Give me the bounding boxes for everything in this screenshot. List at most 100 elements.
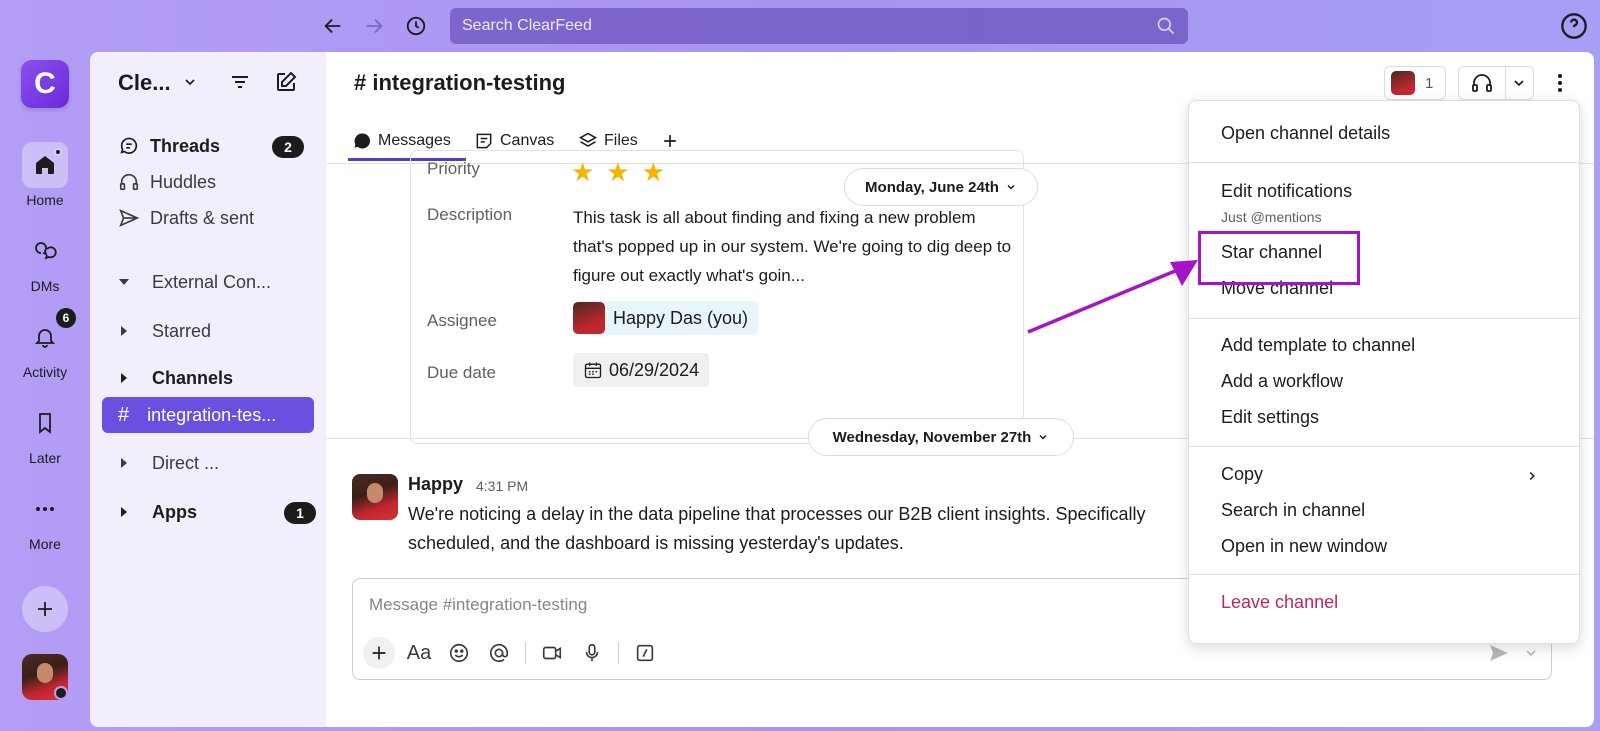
huddles-label: Huddles	[150, 171, 217, 192]
avatar-face	[37, 663, 53, 683]
star-channel-highlight	[1198, 231, 1360, 285]
menu-add-template[interactable]: Add template to channel	[1221, 335, 1415, 356]
rail-dms[interactable]: DMs	[0, 228, 90, 294]
menu-separator	[1189, 574, 1581, 575]
priority-label: Priority	[427, 159, 480, 178]
due-date-chip[interactable]: 06/29/2024	[573, 353, 710, 387]
chevron-down-icon[interactable]	[182, 74, 198, 90]
sidebar-item-huddles[interactable]: Huddles	[118, 166, 314, 198]
channel-title[interactable]: # integration-testing	[354, 70, 565, 96]
message-line-1: We're noticing a delay in the data pipel…	[408, 504, 1146, 524]
menu-copy[interactable]: Copy	[1221, 464, 1263, 485]
date-november-label: Wednesday, November 27th	[832, 428, 1032, 446]
message-avatar[interactable]	[352, 474, 398, 520]
sidebar-section-channels[interactable]: Channels	[118, 362, 314, 394]
sidebar-section-starred[interactable]: Starred	[118, 315, 314, 347]
menu-leave-channel[interactable]: Leave channel	[1221, 592, 1338, 613]
search-input[interactable]: Search ClearFeed	[450, 8, 1188, 44]
send-icon[interactable]	[1487, 641, 1511, 665]
workspace-logo[interactable]: C	[21, 60, 69, 108]
sidebar-item-integration-testing[interactable]: # integration-tes...	[102, 397, 314, 433]
threads-icon	[120, 137, 138, 154]
menu-separator	[1189, 446, 1581, 447]
rail-home-label: Home	[26, 192, 64, 208]
home-icon-wrap	[22, 142, 68, 188]
date-divider-november[interactable]: Wednesday, November 27th	[808, 418, 1074, 456]
filter-icon[interactable]	[228, 70, 252, 94]
caret-right-icon	[121, 507, 127, 517]
sidebar-section-apps[interactable]: Apps 1	[118, 496, 316, 528]
mention-button[interactable]	[483, 637, 515, 669]
sidebar-section-direct[interactable]: Direct ...	[118, 447, 314, 479]
menu-search-in-channel[interactable]: Search in channel	[1221, 500, 1365, 521]
forward-button[interactable]	[358, 10, 390, 42]
caret-down-icon	[119, 279, 129, 285]
tab-messages-label: Messages	[378, 132, 451, 149]
menu-open-channel-details[interactable]: Open channel details	[1221, 123, 1390, 144]
huddle-start[interactable]	[1459, 66, 1506, 100]
compose-icon[interactable]	[274, 70, 298, 94]
sidebar-item-drafts[interactable]: Drafts & sent	[118, 202, 314, 234]
add-button[interactable]	[22, 586, 68, 632]
formatting-button[interactable]: Aa	[403, 637, 435, 669]
slash-command-icon	[636, 644, 654, 662]
hash-icon: #	[118, 403, 130, 426]
menu-edit-notifications[interactable]: Edit notifications	[1221, 181, 1352, 202]
huddle-options[interactable]	[1506, 66, 1533, 100]
message-timestamp[interactable]: 4:31 PM	[476, 478, 528, 494]
toolbar-separator	[618, 642, 619, 664]
huddle-button[interactable]	[1458, 66, 1534, 100]
clock-icon	[406, 16, 426, 36]
tab-canvas-label: Canvas	[500, 132, 555, 149]
assignee-chip[interactable]: Happy Das (you)	[573, 301, 759, 335]
menu-edit-settings[interactable]: Edit settings	[1221, 407, 1319, 428]
composer-toolbar: Aa	[363, 637, 669, 669]
back-button[interactable]	[317, 10, 349, 42]
layers-icon	[578, 132, 598, 147]
shortcuts-button[interactable]	[629, 637, 661, 669]
workspace-rail: C Home DMs 6 Activity Later More	[0, 52, 90, 731]
unread-dot	[54, 148, 62, 156]
message-bubble-icon	[354, 133, 371, 149]
menu-add-workflow[interactable]: Add a workflow	[1221, 371, 1343, 392]
later-icon-wrap	[22, 400, 68, 446]
user-avatar[interactable]	[22, 654, 68, 700]
search-placeholder: Search ClearFeed	[462, 17, 592, 34]
assignee-name: Happy Das (you)	[613, 307, 749, 328]
help-icon[interactable]	[1560, 12, 1588, 40]
calendar-icon	[584, 362, 602, 379]
date-divider-june[interactable]: Monday, June 24th	[844, 168, 1038, 206]
audio-button[interactable]	[576, 637, 608, 669]
video-button[interactable]	[536, 637, 568, 669]
drafts-label: Drafts & sent	[150, 207, 255, 228]
menu-open-new-window[interactable]: Open in new window	[1221, 536, 1387, 557]
rail-activity[interactable]: 6 Activity	[0, 308, 90, 380]
history-button[interactable]	[400, 10, 432, 42]
at-sign-icon	[489, 643, 509, 663]
emoji-button[interactable]	[443, 637, 475, 669]
chevron-down-icon	[1514, 80, 1524, 87]
sidebar-item-threads[interactable]: Threads 2	[118, 130, 314, 162]
members-button[interactable]: 1	[1384, 66, 1446, 100]
composer-placeholder: Message #integration-testing	[369, 595, 588, 614]
threads-label: Threads	[150, 135, 221, 156]
rail-later[interactable]: Later	[0, 400, 90, 466]
chat-bubbles-icon	[35, 242, 57, 260]
smiley-icon	[449, 643, 469, 663]
chevron-down-icon[interactable]	[1523, 645, 1539, 661]
message-author[interactable]: Happy	[408, 474, 463, 495]
attach-button[interactable]	[363, 637, 395, 669]
caret-right-icon	[121, 373, 127, 383]
description-text: This task is all about finding and fixin…	[573, 208, 1012, 285]
kebab-menu-icon[interactable]	[1548, 70, 1572, 96]
workspace-name[interactable]: Cle...	[118, 70, 171, 96]
assignee-label: Assignee	[427, 311, 497, 330]
top-bar: Search ClearFeed	[0, 0, 1600, 52]
rail-home[interactable]: Home	[0, 142, 90, 208]
microphone-icon	[585, 643, 599, 662]
assignee-avatar	[573, 302, 605, 334]
starred-label: Starred	[152, 320, 212, 341]
rail-more[interactable]: More	[0, 486, 90, 552]
apps-label: Apps	[152, 501, 197, 522]
sidebar-section-external[interactable]: External Con...	[118, 266, 314, 298]
